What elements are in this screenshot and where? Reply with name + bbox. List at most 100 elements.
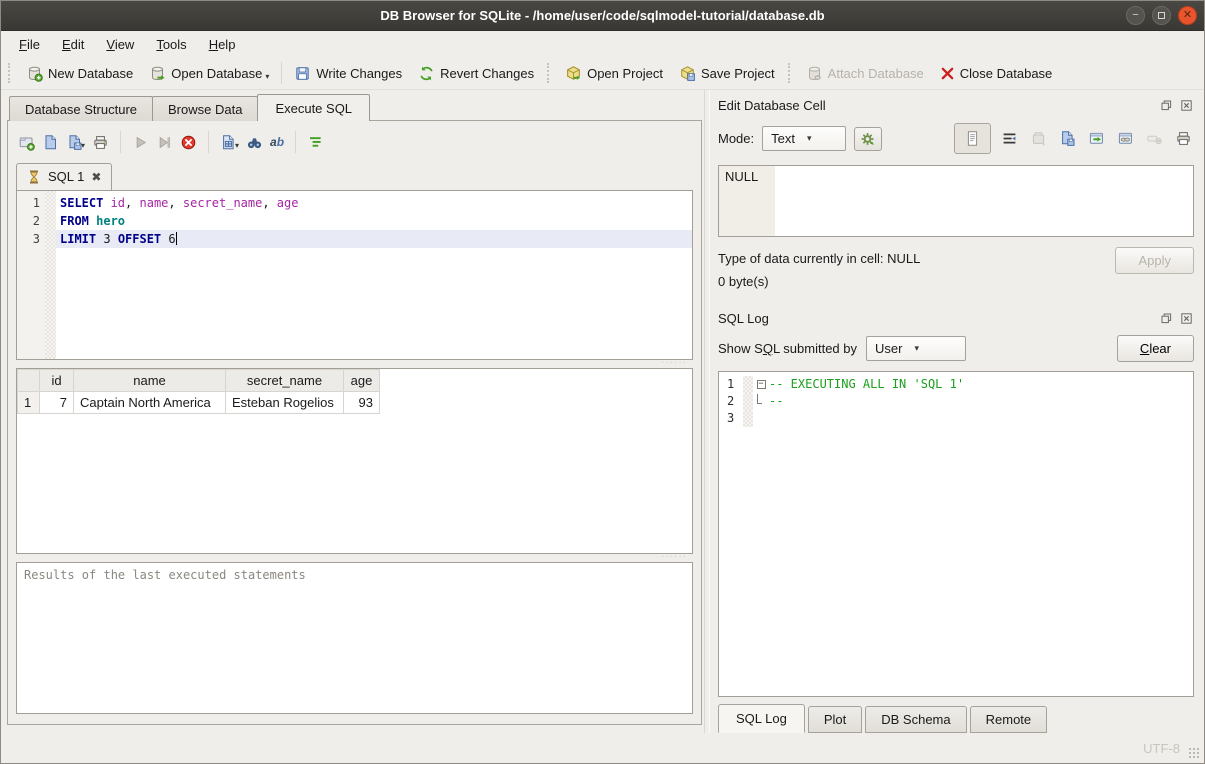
set-null-button[interactable] (1144, 128, 1165, 149)
open-project-button[interactable]: Open Project (557, 61, 671, 86)
open-url-button[interactable] (1115, 128, 1136, 149)
export-cell-data-button[interactable] (1057, 128, 1078, 149)
set-null-icon (1146, 130, 1163, 147)
open-in-external-button[interactable] (1086, 128, 1107, 149)
main-tab-bar: Database Structure Browse Data Execute S… (9, 96, 702, 121)
tab-browse-data[interactable]: Browse Data (152, 96, 258, 121)
cell-value-editor[interactable]: NULL (718, 165, 1194, 237)
open-sql-file-button[interactable] (42, 134, 59, 151)
column-header-secret-name[interactable]: secret_name (226, 370, 344, 392)
menu-help[interactable]: Help (199, 34, 246, 55)
save-sql-dropdown-icon[interactable]: ▾ (81, 141, 85, 150)
cell-id[interactable]: 7 (40, 392, 74, 414)
results-message-pane[interactable]: Results of the last executed statements (16, 562, 693, 714)
results-message-splitter[interactable] (16, 554, 693, 562)
fold-marker-icon[interactable]: − (757, 380, 766, 389)
text-mode-toggle-button[interactable] (954, 123, 991, 154)
toolbar-separator (120, 131, 121, 153)
toolbar-drag-handle[interactable] (547, 63, 551, 83)
editor-results-splitter[interactable] (16, 360, 693, 368)
results-grid[interactable]: id name secret_name age 1 7 Captain Nort… (16, 368, 693, 554)
tab-close-icon[interactable]: ✖ (91, 171, 101, 183)
editor-code-area[interactable]: SELECT id, name, secret_name, age FROM h… (56, 191, 692, 359)
execute-all-button[interactable] (132, 134, 149, 151)
dock-tab-db-schema[interactable]: DB Schema (865, 706, 966, 733)
sql-code-editor[interactable]: 1 2 3 SELECT id, name, secret_name, age … (16, 190, 693, 360)
tab-database-structure[interactable]: Database Structure (9, 96, 153, 121)
float-panel-button[interactable] (1158, 311, 1174, 325)
sql-log-dock-header: SQL Log (718, 307, 1194, 329)
word-wrap-button[interactable] (999, 128, 1020, 149)
toolbar-drag-handle[interactable] (788, 63, 792, 83)
tab-execute-sql[interactable]: Execute SQL (257, 94, 370, 121)
close-button[interactable]: ✕ (1178, 6, 1197, 25)
menu-file[interactable]: File (9, 34, 50, 55)
sql-1-tab[interactable]: SQL 1 ✖ (16, 163, 112, 190)
write-changes-button[interactable]: Write Changes (286, 61, 410, 86)
window-title: DB Browser for SQLite - /home/user/code/… (1, 8, 1204, 23)
maximize-button[interactable] (1152, 6, 1171, 25)
menu-tools[interactable]: Tools (146, 34, 196, 55)
cell-type-row: Type of data currently in cell: NULL 0 b… (718, 237, 1194, 299)
execute-line-button[interactable] (156, 134, 173, 151)
float-icon (1161, 313, 1172, 324)
edit-cell-dock-header: Edit Database Cell (718, 94, 1194, 116)
menu-edit[interactable]: Edit (52, 34, 94, 55)
cell-type-info: Type of data currently in cell: NULL (718, 247, 1115, 270)
replace-button[interactable]: ab (270, 135, 284, 149)
save-project-button[interactable]: Save Project (671, 61, 783, 86)
close-database-button[interactable]: Close Database (932, 62, 1061, 85)
column-header-id[interactable]: id (40, 370, 74, 392)
float-panel-button[interactable] (1158, 98, 1174, 112)
find-button[interactable] (246, 134, 263, 151)
row-header-cell[interactable]: 1 (18, 392, 40, 414)
toolbar-drag-handle[interactable] (8, 63, 12, 83)
open-database-button[interactable]: Open Database ▾ (141, 61, 277, 86)
new-database-icon (26, 65, 43, 82)
dock-tab-plot[interactable]: Plot (808, 706, 862, 733)
export-results-dropdown-icon[interactable]: ▾ (235, 141, 239, 150)
print-cell-button[interactable] (1173, 128, 1194, 149)
column-header-age[interactable]: age (344, 370, 380, 392)
text-cursor (176, 232, 177, 245)
clear-log-button[interactable]: Clear (1117, 335, 1194, 362)
open-sql-tab-button[interactable] (18, 134, 35, 151)
dock-tab-remote[interactable]: Remote (970, 706, 1048, 733)
cell-value-body[interactable] (775, 166, 1193, 236)
cell-value-text: NULL (725, 169, 758, 184)
import-cell-data-button[interactable] (1028, 128, 1049, 149)
menu-view[interactable]: View (96, 34, 144, 55)
sql-log-output[interactable]: 1 − -- EXECUTING ALL IN 'SQL 1' 2 -- 3 (718, 371, 1194, 697)
titlebar[interactable]: DB Browser for SQLite - /home/user/code/… (1, 1, 1204, 31)
revert-changes-button[interactable]: Revert Changes (410, 61, 542, 86)
auto-switch-mode-button[interactable] (854, 127, 882, 151)
attach-database-button[interactable]: Attach Database (798, 61, 932, 86)
mode-label: Mode: (718, 131, 754, 146)
word-wrap-icon (1001, 130, 1018, 147)
resize-grip[interactable] (1188, 747, 1201, 760)
print-sql-button[interactable] (92, 134, 109, 151)
new-database-button[interactable]: New Database (18, 61, 141, 86)
mode-select[interactable]: Text ▾ (762, 126, 846, 151)
save-sql-file-button[interactable]: ▾ (66, 134, 85, 151)
fold-connector (757, 394, 762, 404)
cell-secret-name[interactable]: Esteban Rogelios (226, 392, 344, 414)
cell-age[interactable]: 93 (344, 392, 380, 414)
export-results-button[interactable]: ▾ (220, 134, 239, 151)
close-panel-button[interactable] (1178, 311, 1194, 325)
minimize-button[interactable]: − (1126, 6, 1145, 25)
apply-button[interactable]: Apply (1115, 247, 1194, 274)
open-project-icon (565, 65, 582, 82)
format-sql-button[interactable] (307, 134, 324, 151)
sql-source-select[interactable]: User ▾ (866, 336, 966, 361)
close-panel-button[interactable] (1178, 98, 1194, 112)
column-header-name[interactable]: name (74, 370, 226, 392)
minimize-icon: − (1132, 10, 1138, 21)
open-sql-tab-icon (18, 134, 35, 151)
write-changes-icon (294, 65, 311, 82)
corner-header-cell[interactable] (18, 370, 40, 392)
cell-name[interactable]: Captain North America (74, 392, 226, 414)
stop-execution-button[interactable] (180, 134, 197, 151)
open-database-dropdown-icon[interactable]: ▾ (265, 72, 269, 81)
dock-tab-sql-log[interactable]: SQL Log (718, 704, 805, 733)
